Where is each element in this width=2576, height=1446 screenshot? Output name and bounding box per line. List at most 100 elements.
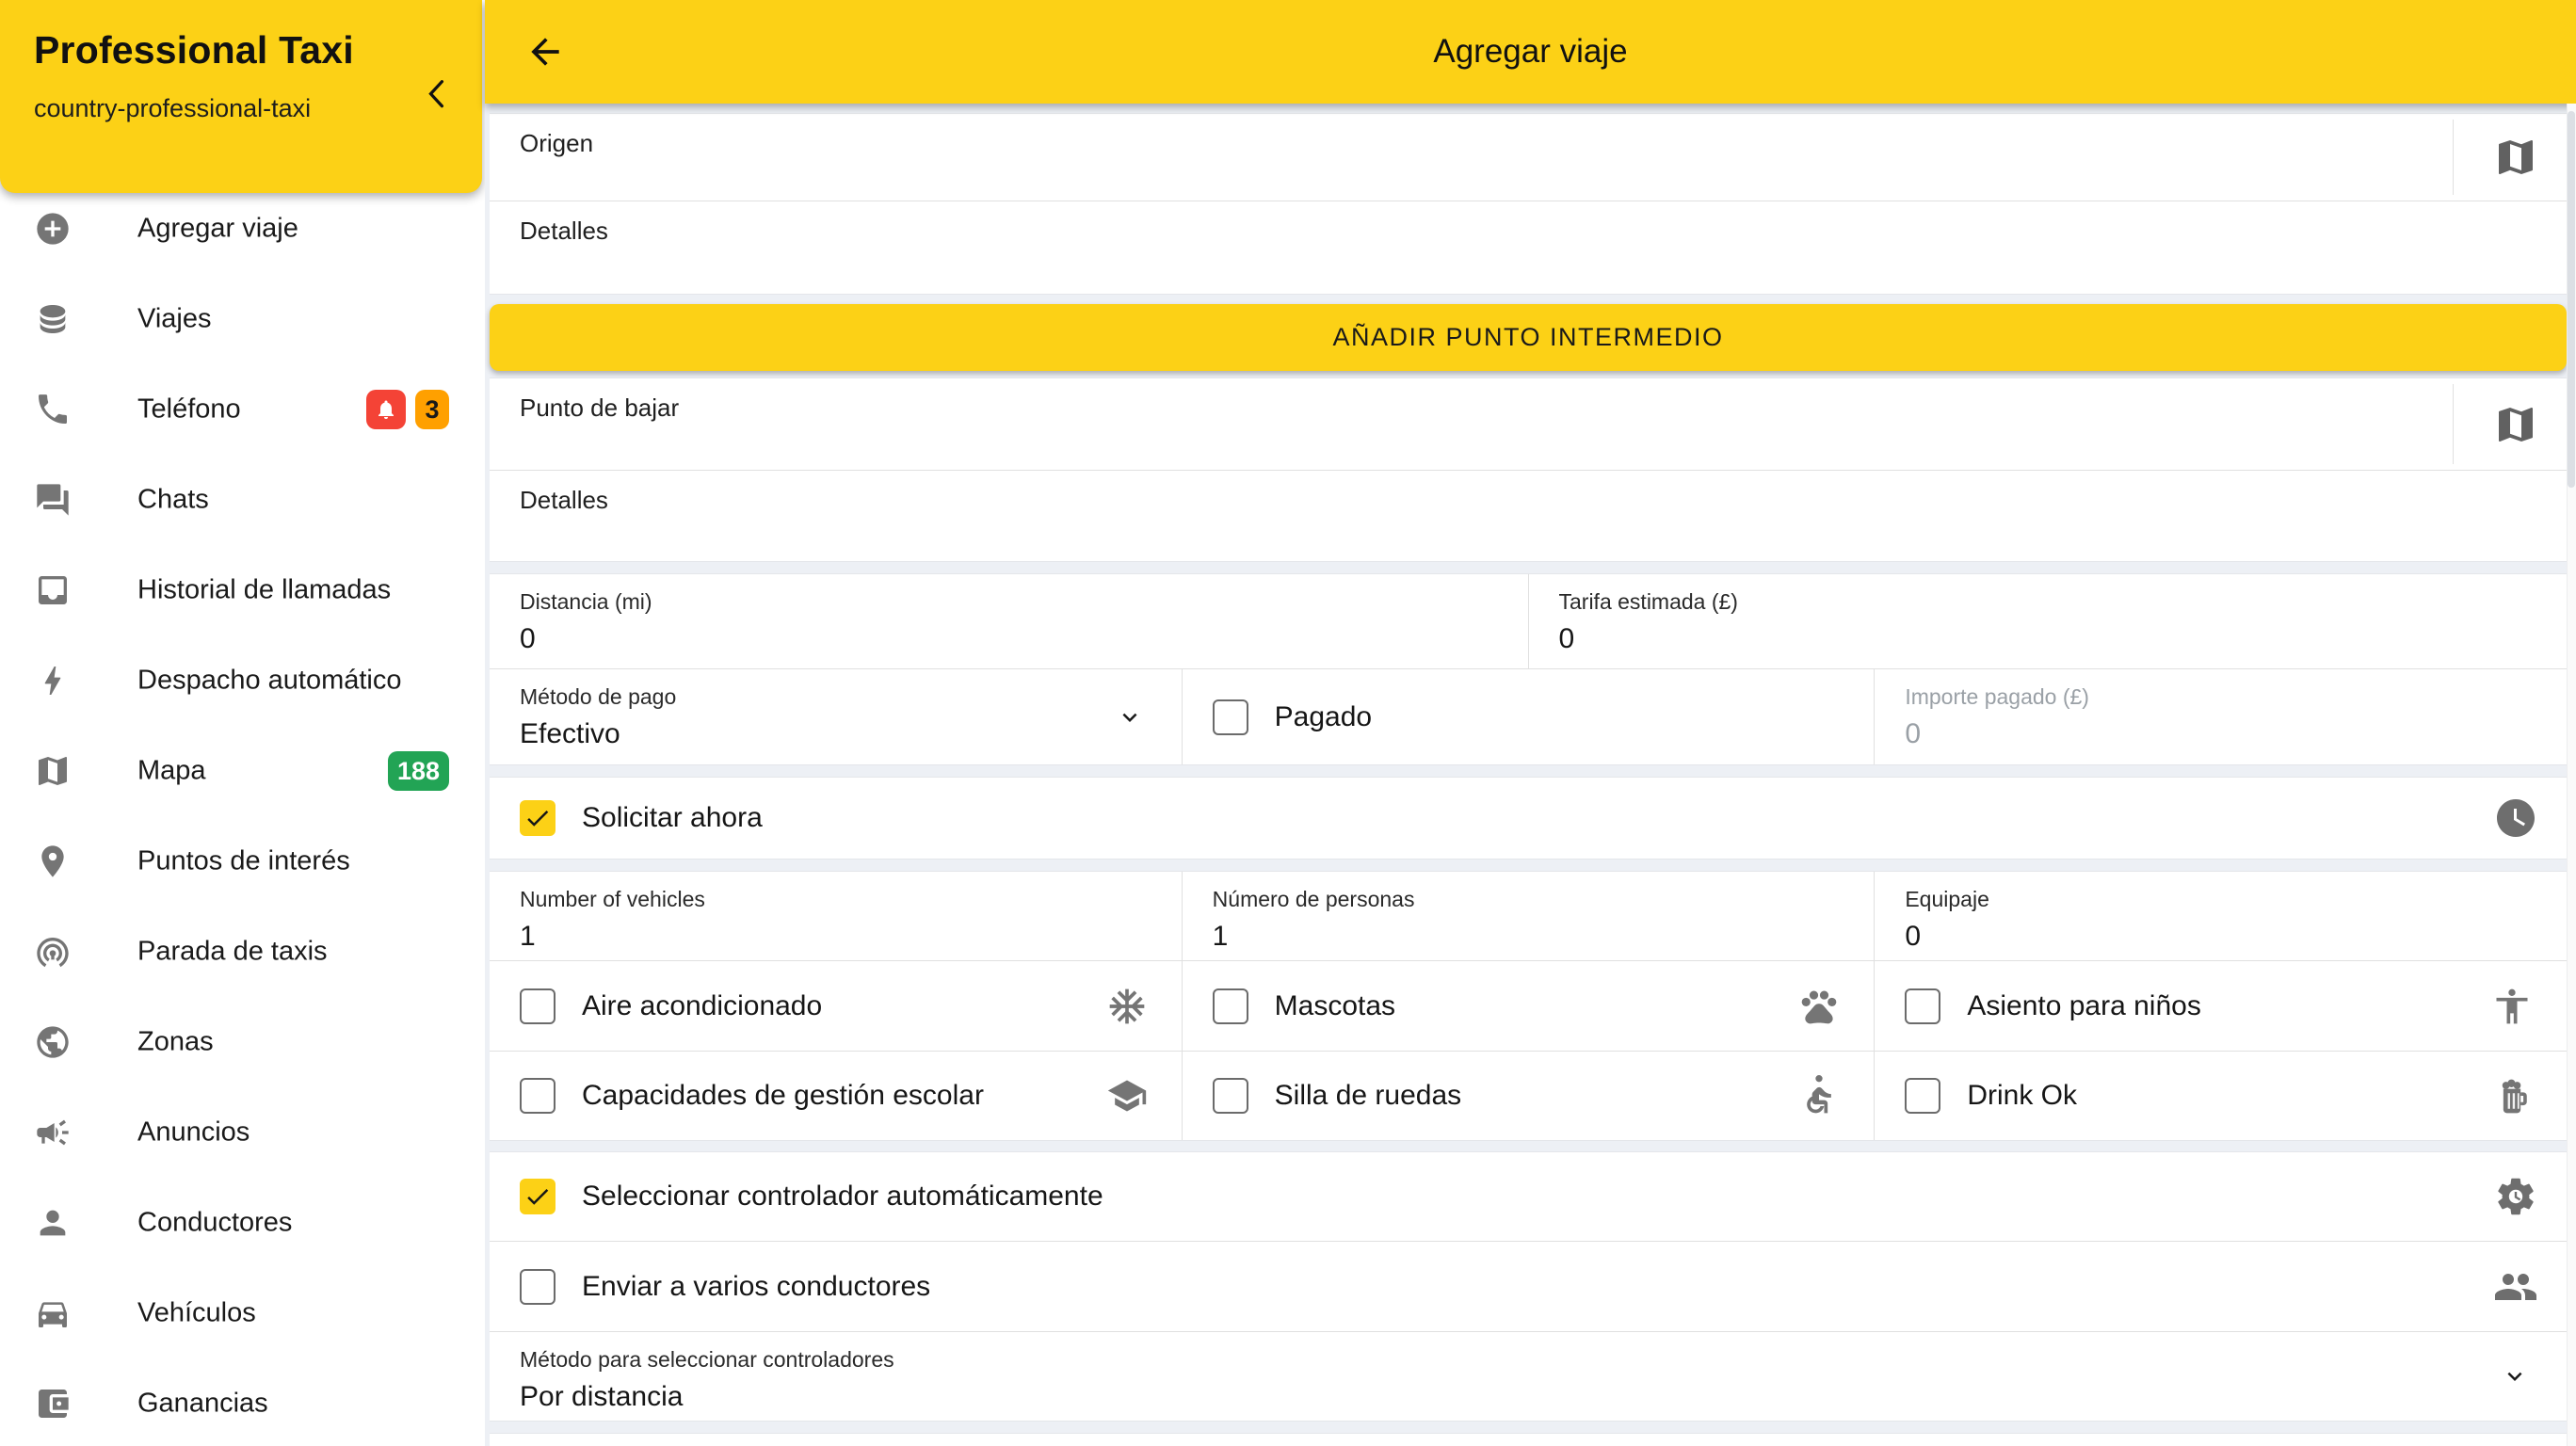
sidebar-item-label: Zonas bbox=[137, 1026, 214, 1057]
driver-select-method-select[interactable]: Método para seleccionar controladores Po… bbox=[490, 1332, 2567, 1421]
driver-select-method-label: Método para seleccionar controladores bbox=[520, 1347, 894, 1372]
sidebar-item-taxi-stand[interactable]: Parada de taxis bbox=[0, 907, 485, 997]
sidebar-item-auto-dispatch[interactable]: Despacho automático bbox=[0, 635, 485, 726]
luggage-field[interactable]: Equipaje 0 bbox=[1875, 872, 2567, 960]
request-now-checkbox[interactable] bbox=[520, 800, 555, 836]
scrollbar[interactable] bbox=[2567, 104, 2576, 1446]
clock-icon[interactable] bbox=[2493, 795, 2538, 841]
sidebar-item-label: Puntos de interés bbox=[137, 845, 350, 876]
trailing-details-field[interactable]: Detalles bbox=[490, 1434, 2567, 1446]
send-multiple-drivers-checkbox[interactable] bbox=[520, 1268, 555, 1305]
luggage-label: Equipaje bbox=[1905, 887, 1989, 911]
broadcast-icon bbox=[34, 933, 72, 971]
estimated-fare-field[interactable]: Tarifa estimada (£) 0 bbox=[1529, 574, 2568, 668]
phone-icon bbox=[34, 391, 72, 428]
sidebar-brand-card: Professional Taxi country-professional-t… bbox=[0, 0, 482, 193]
paid-checkbox-cell: Pagado bbox=[1183, 669, 1876, 764]
app-title: Professional Taxi bbox=[34, 28, 354, 72]
distance-value: 0 bbox=[520, 623, 536, 654]
dropoff-field[interactable]: Punto de bajar bbox=[490, 378, 2567, 471]
sidebar-item-call-history[interactable]: Historial de llamadas bbox=[0, 545, 485, 635]
origin-map-icon[interactable] bbox=[2493, 135, 2538, 180]
scrollbar-thumb[interactable] bbox=[2568, 111, 2575, 488]
amount-paid-label: Importe pagado (£) bbox=[1905, 684, 2089, 709]
wheelchair-checkbox[interactable] bbox=[1212, 1078, 1248, 1114]
auto-select-driver-checkbox[interactable] bbox=[520, 1179, 555, 1214]
dropoff-map-icon[interactable] bbox=[2493, 402, 2538, 447]
divider bbox=[2453, 120, 2454, 195]
page-title: Agregar viaje bbox=[1433, 33, 1628, 70]
num-people-field[interactable]: Número de personas 1 bbox=[1183, 872, 1876, 960]
sidebar-item-trips[interactable]: Viajes bbox=[0, 274, 485, 364]
option-label: Silla de ruedas bbox=[1274, 1080, 1462, 1111]
payment-method-label: Método de pago bbox=[520, 684, 677, 709]
chat-icon bbox=[34, 481, 72, 519]
bolt-icon bbox=[34, 662, 72, 699]
beer-mug-icon bbox=[2491, 1075, 2533, 1117]
wallet-icon bbox=[34, 1385, 72, 1422]
sidebar-item-label: Conductores bbox=[137, 1207, 293, 1238]
amount-paid-field: Importe pagado (£) 0 bbox=[1875, 669, 2567, 764]
sidebar-collapse-icon[interactable] bbox=[425, 73, 449, 117]
option-pets: Mascotas bbox=[1183, 961, 1876, 1051]
chevron-down-icon bbox=[1116, 703, 1144, 731]
paw-icon bbox=[1798, 986, 1840, 1027]
school-management-checkbox[interactable] bbox=[520, 1078, 555, 1114]
sidebar-item-earnings[interactable]: Ganancias bbox=[0, 1358, 485, 1446]
sidebar-item-announcements[interactable]: Anuncios bbox=[0, 1087, 485, 1178]
sidebar-item-map[interactable]: Mapa 188 bbox=[0, 726, 485, 816]
child-icon bbox=[2491, 986, 2533, 1027]
car-icon bbox=[34, 1294, 72, 1332]
sidebar-item-phone[interactable]: Teléfono 3 bbox=[0, 364, 485, 455]
sidebar-item-label: Parada de taxis bbox=[137, 936, 328, 967]
sidebar-item-label: Agregar viaje bbox=[137, 213, 298, 244]
origin-details-field[interactable]: Detalles bbox=[490, 201, 2567, 294]
sidebar-item-add-trip[interactable]: Agregar viaje bbox=[0, 184, 485, 274]
add-waypoint-button[interactable]: AÑADIR PUNTO INTERMEDIO bbox=[490, 304, 2567, 371]
add-trip-form: Origen Detalles AÑADIR PUNTO INTERMEDIO … bbox=[485, 104, 2576, 1446]
phone-alert-badge bbox=[366, 390, 406, 429]
origin-field[interactable]: Origen bbox=[490, 114, 2567, 201]
distance-label: Distancia (mi) bbox=[520, 589, 652, 614]
drink-ok-checkbox[interactable] bbox=[1905, 1078, 1941, 1114]
paid-label: Pagado bbox=[1274, 700, 1373, 732]
map-icon bbox=[34, 752, 72, 790]
auto-select-driver-row: Seleccionar controlador automáticamente bbox=[490, 1152, 2567, 1242]
sidebar-item-vehicles[interactable]: Vehículos bbox=[0, 1268, 485, 1358]
paid-checkbox[interactable] bbox=[1212, 699, 1248, 735]
map-count-badge: 188 bbox=[387, 751, 449, 791]
child-seat-checkbox[interactable] bbox=[1905, 988, 1941, 1024]
num-people-label: Número de personas bbox=[1212, 887, 1415, 911]
send-multiple-drivers-row: Enviar a varios conductores bbox=[490, 1242, 2567, 1332]
graduation-cap-icon bbox=[1106, 1075, 1148, 1117]
num-vehicles-field[interactable]: Number of vehicles 1 bbox=[490, 872, 1183, 960]
sidebar-item-label: Vehículos bbox=[137, 1297, 256, 1328]
option-school-management: Capacidades de gestión escolar bbox=[490, 1052, 1183, 1140]
option-child-seat: Asiento para niños bbox=[1875, 961, 2567, 1051]
option-air-conditioning: Aire acondicionado bbox=[490, 961, 1183, 1051]
distance-field[interactable]: Distancia (mi) 0 bbox=[490, 574, 1529, 668]
sidebar-item-label: Viajes bbox=[137, 303, 212, 334]
dropoff-details-field[interactable]: Detalles bbox=[490, 471, 2567, 561]
sidebar-item-label: Anuncios bbox=[137, 1117, 250, 1148]
origin-label: Origen bbox=[520, 129, 594, 157]
sidebar-item-zones[interactable]: Zonas bbox=[0, 997, 485, 1087]
request-now-label: Solicitar ahora bbox=[582, 802, 763, 833]
topbar: Agregar viaje bbox=[485, 0, 2576, 104]
num-vehicles-label: Number of vehicles bbox=[520, 887, 705, 911]
option-label: Asiento para niños bbox=[1967, 989, 2201, 1021]
bell-icon bbox=[378, 400, 394, 419]
sidebar-item-chats[interactable]: Chats bbox=[0, 455, 485, 545]
num-people-value: 1 bbox=[1212, 921, 1229, 952]
estimated-fare-value: 0 bbox=[1558, 623, 1575, 654]
pets-checkbox[interactable] bbox=[1212, 988, 1248, 1024]
origin-details-label: Detalles bbox=[520, 217, 608, 245]
add-circle-icon bbox=[34, 210, 72, 248]
sidebar-item-points-of-interest[interactable]: Puntos de interés bbox=[0, 816, 485, 907]
sidebar-item-drivers[interactable]: Conductores bbox=[0, 1178, 485, 1268]
payment-method-select[interactable]: Método de pago Efectivo bbox=[490, 669, 1183, 764]
dropoff-details-label: Detalles bbox=[520, 486, 608, 514]
air-conditioning-checkbox[interactable] bbox=[520, 988, 555, 1024]
person-icon bbox=[34, 1204, 72, 1242]
send-multiple-drivers-label: Enviar a varios conductores bbox=[582, 1270, 931, 1302]
